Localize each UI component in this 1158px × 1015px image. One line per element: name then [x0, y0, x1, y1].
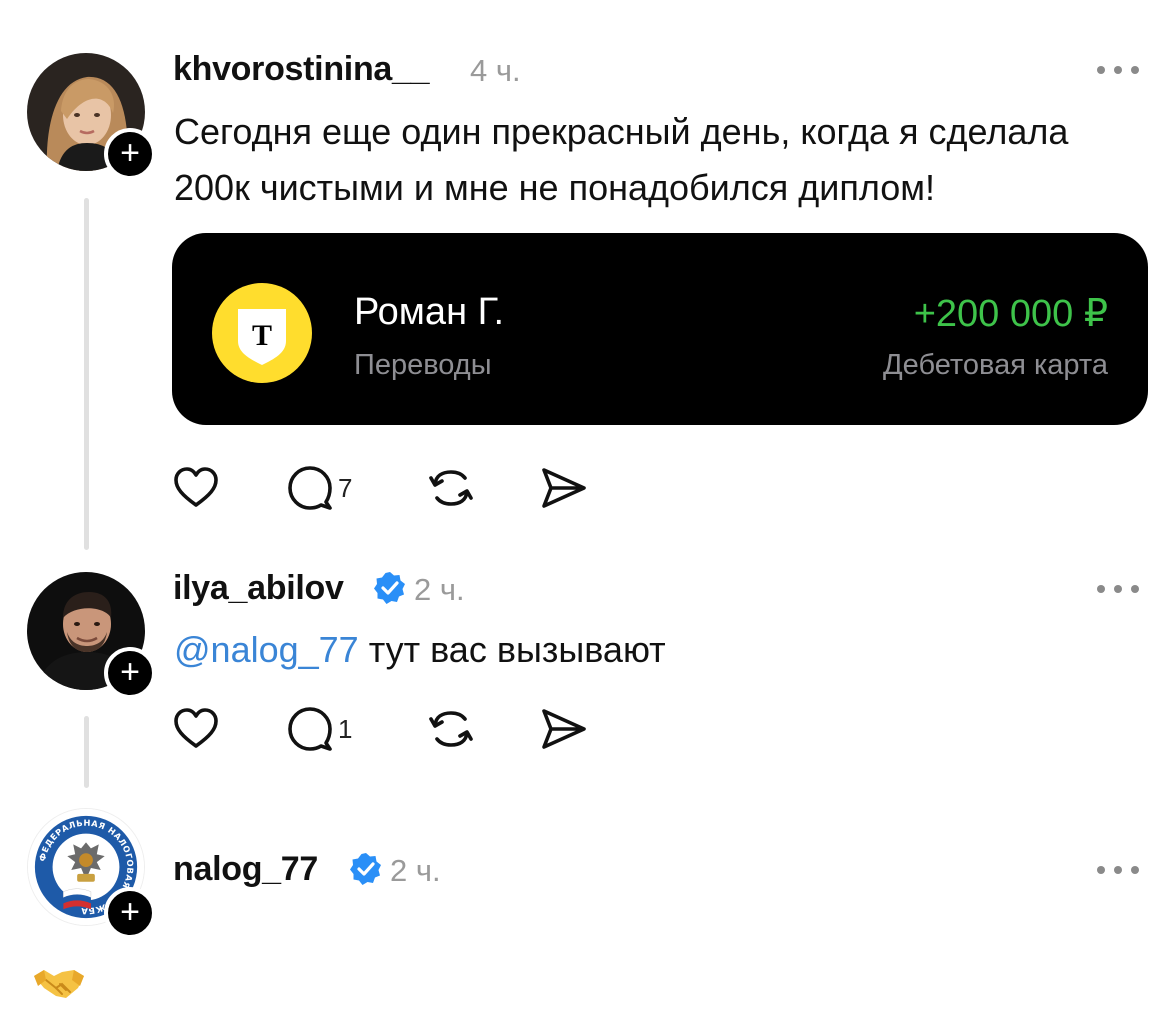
- transfer-amount: +200 000 ₽: [913, 293, 1108, 335]
- username[interactable]: khvorostinina__: [173, 50, 430, 89]
- more-dot: [1114, 585, 1122, 593]
- more-dots-icon: [1097, 866, 1105, 874]
- repost-icon: [429, 470, 473, 506]
- transfer-name: Роман Г.: [354, 291, 505, 333]
- bank-logo: T: [212, 283, 312, 383]
- reply-count: 1: [338, 713, 353, 744]
- more-dots-icon: [1097, 66, 1105, 74]
- comment-icon: [288, 707, 332, 751]
- heart-icon: [174, 708, 218, 748]
- bank-logo-letter: T: [252, 319, 272, 352]
- heart-icon: [174, 467, 218, 507]
- thread-line: [84, 198, 89, 550]
- username[interactable]: ilya_abilov: [173, 569, 344, 608]
- username[interactable]: nalog_77: [173, 850, 318, 889]
- bank-shield-icon: T: [238, 309, 286, 365]
- thread-line: [84, 716, 89, 788]
- reply-button[interactable]: 7: [286, 463, 352, 513]
- verified-badge-icon: [350, 853, 381, 885]
- follow-button[interactable]: +: [104, 647, 156, 699]
- repost-icon: [429, 711, 473, 747]
- comment-icon: [288, 466, 332, 510]
- post-time: 2 ч.: [390, 853, 441, 888]
- share-button[interactable]: [538, 704, 588, 754]
- reply-count: 7: [338, 472, 353, 503]
- transfer-card: T Роман Г. Переводы +200 000 ₽ Дебетовая…: [172, 233, 1148, 425]
- transfer-account: Дебетовая карта: [883, 349, 1108, 381]
- share-button[interactable]: [538, 463, 588, 513]
- like-button[interactable]: [172, 704, 220, 754]
- post-text: Сегодня еще один прекрасный день, когда …: [174, 111, 1069, 208]
- more-dots-icon: [1097, 585, 1105, 593]
- more-dot: [1114, 866, 1122, 874]
- plus-icon: +: [120, 133, 140, 172]
- repost-button[interactable]: [427, 463, 475, 513]
- plus-icon: +: [120, 652, 140, 691]
- post-time: 4 ч.: [470, 53, 521, 88]
- verified-badge-icon: [374, 572, 405, 604]
- send-icon: [542, 709, 586, 749]
- more-dot: [1131, 66, 1139, 74]
- more-options-button[interactable]: [1097, 64, 1139, 76]
- post-text: @nalog_77 тут вас вызывают: [174, 622, 1154, 678]
- reply-button[interactable]: 1: [286, 704, 352, 754]
- more-dot: [1131, 866, 1139, 874]
- more-options-button[interactable]: [1097, 864, 1139, 876]
- mention-link[interactable]: @nalog_77: [174, 629, 359, 670]
- more-dot: [1131, 585, 1139, 593]
- send-icon: [542, 468, 586, 508]
- more-dot: [1114, 66, 1122, 74]
- follow-button[interactable]: +: [104, 887, 156, 939]
- transfer-category: Переводы: [354, 349, 492, 381]
- follow-button[interactable]: +: [104, 128, 156, 180]
- handshake-emoji: [34, 970, 84, 998]
- post-time: 2 ч.: [414, 572, 465, 607]
- plus-icon: +: [120, 892, 140, 931]
- repost-button[interactable]: [427, 704, 475, 754]
- post-text-body: тут вас вызывают: [358, 629, 666, 670]
- like-button[interactable]: [172, 463, 220, 513]
- more-options-button[interactable]: [1097, 583, 1139, 595]
